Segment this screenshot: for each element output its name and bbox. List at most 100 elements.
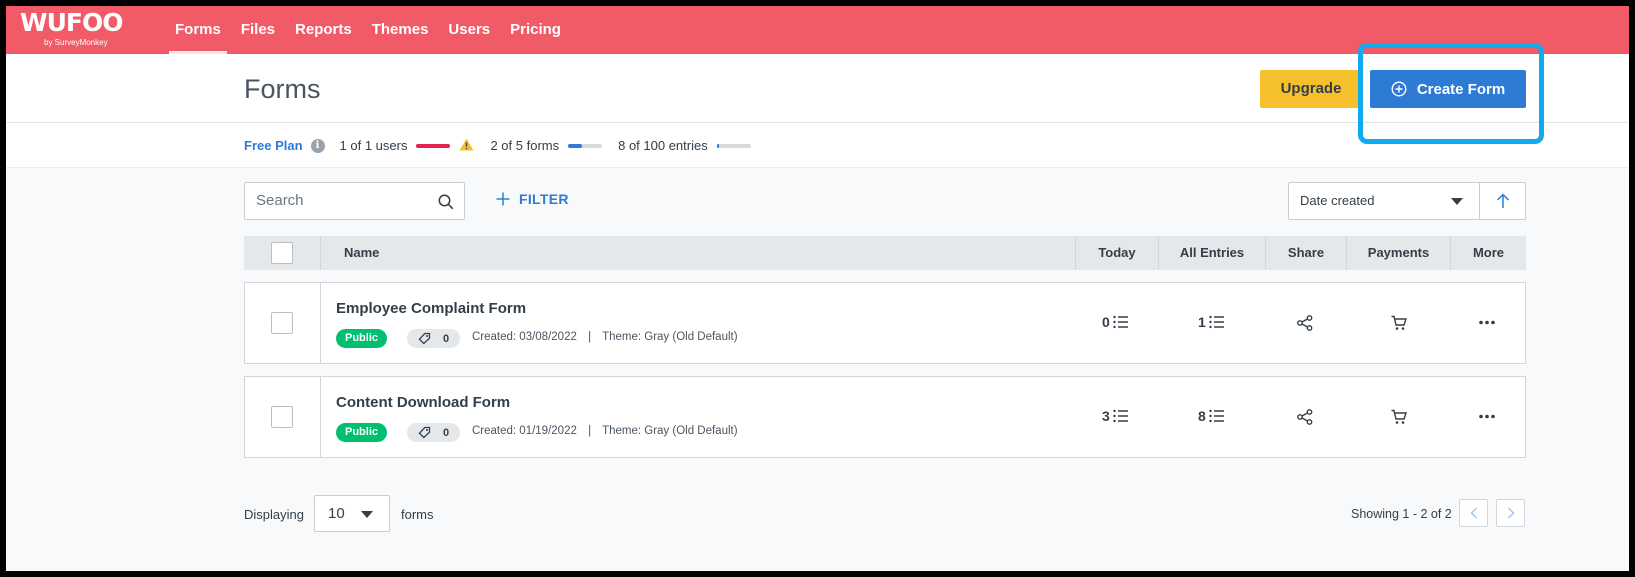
next-page-button[interactable] — [1496, 499, 1525, 527]
chevron-left-icon — [1470, 507, 1477, 519]
tags-count: 0 — [442, 426, 450, 439]
today-count-value: 3 — [1102, 408, 1110, 424]
chevron-down-icon — [1451, 198, 1463, 205]
sort-select[interactable]: Date created — [1288, 182, 1480, 220]
entries-meter — [716, 143, 751, 148]
arrow-up-icon — [1496, 193, 1509, 208]
logo-subtitle: by SurveyMonkey — [44, 38, 108, 47]
tags-badge[interactable]: 0 — [407, 329, 460, 348]
create-form-label: Create Form — [1416, 80, 1506, 98]
col-payments: Payments — [1367, 245, 1430, 260]
plus-circle-icon — [1391, 81, 1407, 97]
users-meter-fill — [416, 143, 451, 148]
search-box — [244, 182, 465, 220]
upgrade-button[interactable]: Upgrade — [1260, 70, 1362, 108]
theme-name: Theme: Gray (Old Default) — [602, 425, 738, 437]
meta-separator: | — [588, 331, 592, 343]
forms-label: forms — [401, 507, 434, 522]
more-icon[interactable] — [1479, 320, 1495, 325]
cart-icon[interactable] — [1391, 409, 1407, 425]
more-icon[interactable] — [1479, 414, 1495, 419]
tags-count: 0 — [442, 332, 450, 345]
status-badge: Public — [336, 423, 388, 442]
filter-label: FILTER — [519, 191, 569, 207]
entries-meter-fill — [716, 143, 720, 148]
list-icon — [1209, 409, 1224, 423]
chevron-right-icon — [1507, 507, 1514, 519]
nav-items: Forms Files Reports Themes Users Pricing — [165, 6, 571, 54]
displaying-label: Displaying — [244, 507, 304, 522]
col-today[interactable]: Today — [1076, 236, 1158, 270]
col-name[interactable]: Name — [344, 236, 379, 270]
nav-item-pricing[interactable]: Pricing — [500, 6, 571, 54]
list-icon — [1209, 315, 1224, 329]
plus-icon — [496, 192, 510, 206]
table-header: Name Today All Entries Share Payments Mo… — [244, 236, 1526, 270]
wufoo-logo[interactable]: WUFOO by SurveyMonkey — [20, 8, 140, 50]
table-row[interactable]: Content Download Form Public 0 Created: … — [244, 376, 1526, 458]
share-icon[interactable] — [1297, 409, 1313, 425]
table-row[interactable]: Employee Complaint Form Public 0 Created… — [244, 282, 1526, 364]
forms-meter-fill — [568, 143, 582, 148]
showing-text: Showing 1 - 2 of 2 — [1351, 507, 1452, 521]
nav-item-reports[interactable]: Reports — [285, 6, 362, 54]
tag-icon — [418, 426, 431, 439]
search-icon[interactable] — [438, 194, 454, 210]
form-name[interactable]: Content Download Form — [336, 394, 510, 411]
row-checkbox[interactable] — [271, 312, 293, 334]
app-frame: WUFOO by SurveyMonkey Forms Files Report… — [6, 6, 1629, 571]
create-form-button[interactable]: Create Form — [1370, 70, 1526, 108]
entries-usage-text: 8 of 100 entries — [618, 138, 708, 153]
created-date: Created: 01/19/2022 — [472, 425, 577, 437]
prev-page-button[interactable] — [1459, 499, 1488, 527]
sort-direction-button[interactable] — [1479, 182, 1526, 220]
created-date: Created: 03/08/2022 — [472, 331, 577, 343]
theme-name: Theme: Gray (Old Default) — [602, 331, 738, 343]
cart-icon[interactable] — [1391, 315, 1407, 331]
sort-select-value: Date created — [1300, 193, 1375, 208]
all-entries-count-value: 1 — [1198, 314, 1206, 330]
free-plan-link[interactable]: Free Plan — [244, 138, 303, 153]
per-page-value: 10 — [328, 505, 345, 522]
nav-item-forms[interactable]: Forms — [165, 6, 231, 54]
all-entries-count[interactable]: 1 — [1198, 314, 1225, 330]
list-icon — [1113, 315, 1128, 329]
col-share: Share — [1287, 245, 1325, 260]
forms-usage-text: 2 of 5 forms — [490, 138, 560, 153]
today-count[interactable]: 3 — [1102, 408, 1129, 424]
page-header: Forms Upgrade Create Form — [6, 54, 1629, 123]
form-meta: Created: 01/19/2022 | Theme: Gray (Old D… — [472, 425, 738, 437]
logo-text: WUFOO — [20, 8, 123, 37]
tag-icon — [418, 332, 431, 345]
warning-icon — [459, 138, 474, 154]
today-count-value: 0 — [1102, 314, 1110, 330]
today-count[interactable]: 0 — [1102, 314, 1129, 330]
top-nav: WUFOO by SurveyMonkey Forms Files Report… — [6, 6, 1629, 54]
col-more: More — [1472, 245, 1505, 260]
filter-button[interactable]: FILTER — [496, 191, 569, 207]
search-input[interactable] — [256, 192, 426, 209]
form-meta: Created: 03/08/2022 | Theme: Gray (Old D… — [472, 331, 738, 343]
meta-separator: | — [588, 425, 592, 437]
per-page-select[interactable]: 10 — [314, 495, 390, 532]
all-entries-count-value: 8 — [1198, 408, 1206, 424]
all-entries-count[interactable]: 8 — [1198, 408, 1225, 424]
plan-usage-bar: Free Plan i 1 of 1 users 2 of 5 forms 8 … — [6, 123, 1629, 168]
users-meter — [416, 143, 451, 148]
list-icon — [1113, 409, 1128, 423]
forms-meter — [568, 143, 603, 148]
users-usage-text: 1 of 1 users — [339, 138, 408, 153]
row-checkbox[interactable] — [271, 406, 293, 428]
nav-item-users[interactable]: Users — [438, 6, 500, 54]
nav-item-themes[interactable]: Themes — [362, 6, 439, 54]
form-name[interactable]: Employee Complaint Form — [336, 300, 526, 317]
col-all-entries[interactable]: All Entries — [1159, 236, 1265, 270]
tags-badge[interactable]: 0 — [407, 423, 460, 442]
page-title: Forms — [244, 74, 321, 104]
select-all-checkbox[interactable] — [271, 242, 293, 264]
chevron-down-icon — [361, 511, 373, 518]
share-icon[interactable] — [1297, 315, 1313, 331]
info-icon[interactable]: i — [310, 138, 325, 153]
status-badge: Public — [336, 329, 388, 348]
nav-item-files[interactable]: Files — [231, 6, 285, 54]
